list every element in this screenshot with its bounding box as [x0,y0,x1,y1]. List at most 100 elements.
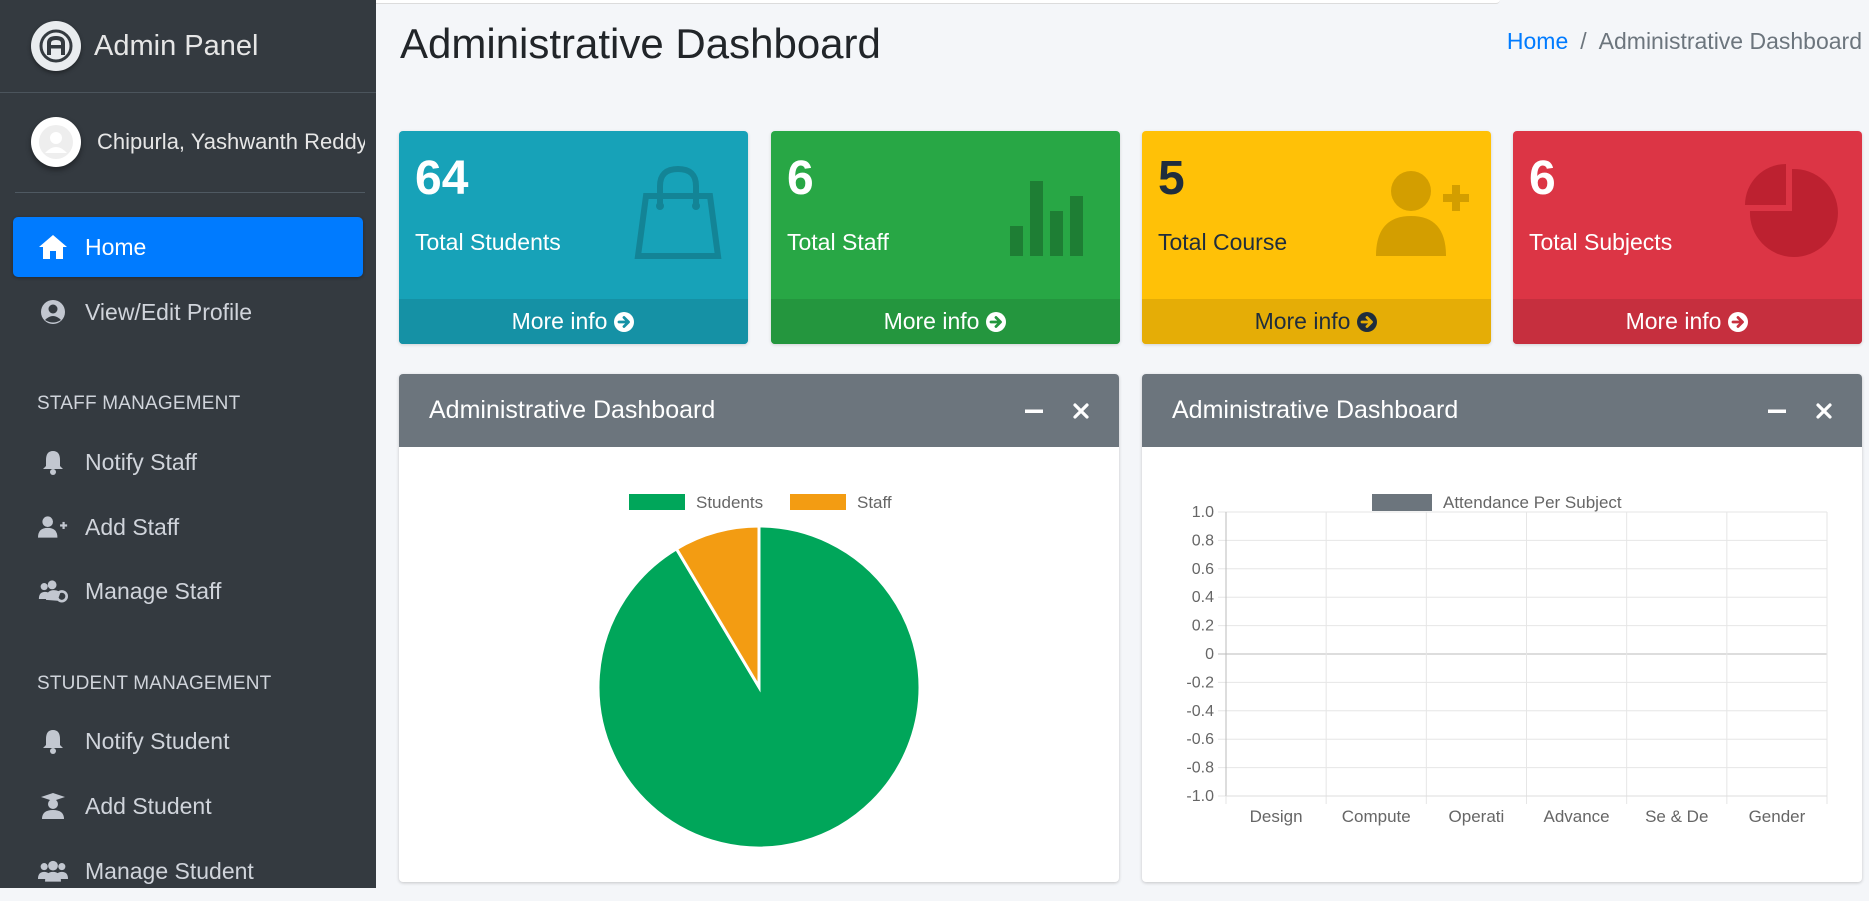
more-info-label: More info [1254,308,1351,334]
remove-button[interactable] [1810,397,1838,425]
card-title: Administrative Dashboard [1172,396,1459,424]
legend-swatch [1372,494,1432,511]
y-tick-label: 0.4 [1192,589,1214,606]
more-info-label: More info [1625,308,1722,334]
brand-text: Admin Panel [94,29,259,62]
x-tick-label: Operati [1449,807,1505,826]
y-tick-label: -1.0 [1186,788,1214,805]
user-plus-icon [38,512,68,542]
legend-label: Students [696,493,763,512]
stat-box-course: 5 Total Course More info [1142,131,1491,344]
graduate-icon [38,791,68,821]
sidebar-item-notify-student[interactable]: Notify Student [13,711,363,771]
bell-icon [38,726,68,756]
card-tools [1744,397,1838,425]
sidebar-item-label: Add Staff [85,513,180,540]
stat-label: Total Course [1158,229,1288,255]
sidebar-item-label: Notify Student [85,727,230,754]
sidebar-item-label: Add Student [85,792,212,819]
legend-label: Staff [857,493,892,512]
stat-label: Total Staff [787,229,889,255]
collapse-button[interactable] [1020,397,1048,425]
close-icon [1073,402,1089,419]
sidebar-item-add-staff[interactable]: Add Staff [13,497,363,557]
remove-button[interactable] [1067,397,1095,425]
breadcrumb-home-link[interactable]: Home [1507,28,1568,54]
stat-box-staff: 6 Total Staff More info [771,131,1120,344]
nav-header-staff: STAFF MANAGEMENT [37,393,241,414]
legend-swatch [629,494,685,510]
x-tick-label: Gender [1749,807,1806,826]
card-tools [1001,397,1095,425]
arrow-circle-right-icon [1727,311,1749,333]
stat-label: Total Subjects [1529,229,1673,255]
bell-icon [38,447,68,477]
y-tick-label: -0.2 [1186,674,1214,691]
stat-box-subjects: 6 Total Subjects More info [1513,131,1862,344]
brand-link[interactable]: Admin Panel [0,0,376,93]
x-tick-label: Advance [1543,807,1609,826]
more-info-label: More info [883,308,980,334]
sidebar-item-label: Notify Staff [85,448,198,475]
more-info-link[interactable]: More info [399,299,748,344]
arrow-circle-right-icon [1356,311,1378,333]
avatar [31,117,81,167]
bar-chart-icon [1010,181,1083,256]
users-cog-icon [38,576,68,606]
card-header: Administrative Dashboard [1142,374,1862,447]
sidebar-item-add-student[interactable]: Add Student [13,776,363,836]
close-icon [1816,402,1832,419]
attendance-bar-chart: Attendance Per Subject 1.0 0.8 0.6 0.4 0.2 0 -0… [1186,493,1828,826]
sidebar-item-manage-student[interactable]: Manage Student [13,841,363,901]
sidebar-item-label: Manage Staff [85,577,222,604]
card-header: Administrative Dashboard [399,374,1119,447]
dashboard-card-pie: Administrative Dashboard Students Staff [399,374,1119,882]
stat-value: 5 [1158,152,1185,205]
arrow-circle-right-icon [985,311,1007,333]
x-tick-label: Se & De [1645,807,1708,826]
breadcrumb-current: Administrative Dashboard [1598,28,1862,54]
card-title: Administrative Dashboard [429,396,716,424]
y-tick-label: 0.2 [1192,618,1214,635]
minus-icon [1025,409,1043,413]
y-tick-label: -0.8 [1186,760,1214,777]
sidebar: Admin Panel Chipurla, Yashwanth Reddy Ho… [0,0,376,888]
more-info-link[interactable]: More info [1513,299,1862,344]
sidebar-item-notify-staff[interactable]: Notify Staff [13,432,363,492]
y-tick-label: 0.8 [1192,532,1214,549]
minus-icon [1768,409,1786,413]
x-tick-label: Design [1250,807,1303,826]
sidebar-item-manage-staff[interactable]: Manage Staff [13,561,363,621]
sidebar-item-home[interactable]: Home [13,217,363,277]
stat-value: 64 [415,152,469,205]
breadcrumb: Home / Administrative Dashboard [1507,28,1862,55]
user-panel[interactable]: Chipurla, Yashwanth Reddy [15,92,365,193]
stat-label: Total Students [415,229,561,255]
more-info-link[interactable]: More info [771,299,1120,344]
pie-chart-icon [1745,164,1838,257]
x-tick-label: Compute [1342,807,1411,826]
sidebar-item-label: View/Edit Profile [85,298,253,325]
stat-value: 6 [1529,152,1556,205]
shopping-bag-icon [634,165,722,259]
users-icon [38,856,68,886]
arrow-circle-right-icon [613,311,635,333]
user-plus-icon [1376,171,1469,256]
sidebar-item-label: Home [85,233,147,260]
stat-value: 6 [787,152,814,205]
collapse-button[interactable] [1763,397,1791,425]
legend-swatch [790,494,846,510]
breadcrumb-separator: / [1580,28,1587,54]
page-title: Administrative Dashboard [400,20,881,67]
stat-box-students: 64 Total Students More info [399,131,748,344]
sidebar-item-profile[interactable]: View/Edit Profile [13,282,363,342]
more-info-label: More info [511,308,608,334]
sidebar-item-label: Manage Student [85,857,254,884]
y-tick-label: 0.6 [1192,561,1214,578]
more-info-link[interactable]: More info [1142,299,1491,344]
brand-logo-icon [31,21,81,71]
dashboard-card-bar: Administrative Dashboard Attendance Per … [1142,374,1862,882]
nav-header-student: STUDENT MANAGEMENT [37,673,272,694]
y-tick-label: -0.4 [1186,703,1214,720]
y-tick-label: 1.0 [1192,504,1214,521]
